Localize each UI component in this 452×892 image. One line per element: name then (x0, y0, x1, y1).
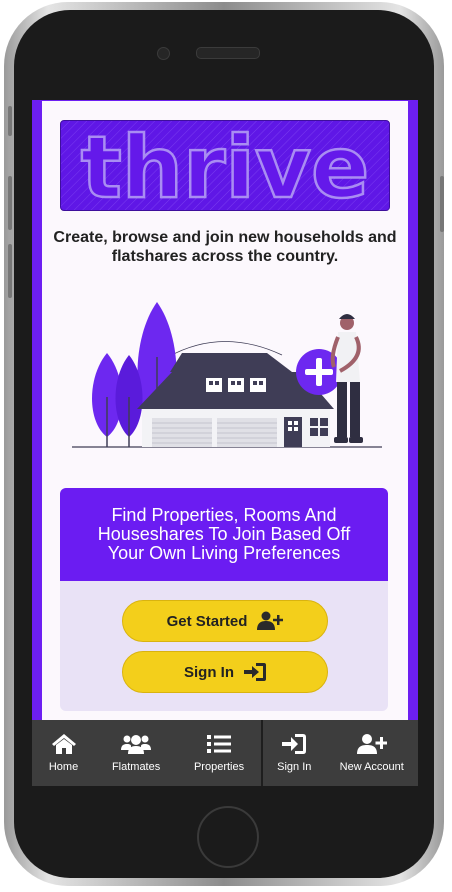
logo-graphic: thrive (61, 121, 389, 210)
app-screen: thrive Create, browse and join new house… (32, 100, 418, 786)
home-icon (51, 734, 76, 754)
nav-label-new-account: New Account (339, 761, 404, 773)
users-icon (121, 735, 152, 754)
promo-card-header: Find Properties, Rooms And Houseshares T… (60, 488, 388, 581)
promo-card-body: Get Started Sign In (60, 581, 388, 711)
account-nav: Sign In New Account (263, 720, 418, 786)
nav-item-sign-in[interactable]: Sign In (273, 720, 315, 786)
nav-item-home[interactable]: Home (45, 720, 82, 786)
sign-in-button[interactable]: Sign In (122, 651, 328, 693)
tagline: Create, browse and join new households a… (53, 229, 397, 265)
nav-item-new-account[interactable]: New Account (336, 720, 408, 786)
sign-in-icon (244, 663, 266, 681)
user-plus-icon (257, 611, 284, 630)
bottom-navbar: Home Flatmates Properties Sign In New Ac… (32, 720, 418, 786)
main-content: thrive Create, browse and join new house… (42, 101, 408, 721)
promo-heading: Find Properties, Rooms And Houseshares T… (97, 505, 351, 563)
nav-item-flatmates[interactable]: Flatmates (108, 720, 164, 786)
list-icon (207, 735, 232, 753)
nav-label-flatmates: Flatmates (111, 761, 161, 773)
sign-in-icon (282, 734, 307, 754)
nav-item-properties[interactable]: Properties (190, 720, 248, 786)
user-plus-icon (356, 734, 387, 754)
nav-label-sign-in: Sign In (277, 761, 312, 773)
volume-down-button (8, 244, 12, 298)
nav-label-home: Home (48, 761, 79, 773)
front-camera (157, 47, 170, 60)
home-hardware-button[interactable] (197, 806, 259, 868)
primary-nav: Home Flatmates Properties (32, 720, 263, 786)
get-started-label: Get Started (166, 612, 248, 630)
power-button (440, 176, 444, 232)
earpiece-speaker (196, 47, 260, 59)
mute-switch (8, 106, 12, 136)
volume-up-button (8, 176, 12, 230)
sign-in-label: Sign In (184, 663, 234, 681)
logo-wordmark: thrive (81, 121, 370, 210)
nav-label-properties: Properties (193, 761, 245, 773)
get-started-button[interactable]: Get Started (122, 600, 328, 642)
house-illustration (72, 302, 382, 448)
app-logo: thrive (60, 120, 390, 211)
